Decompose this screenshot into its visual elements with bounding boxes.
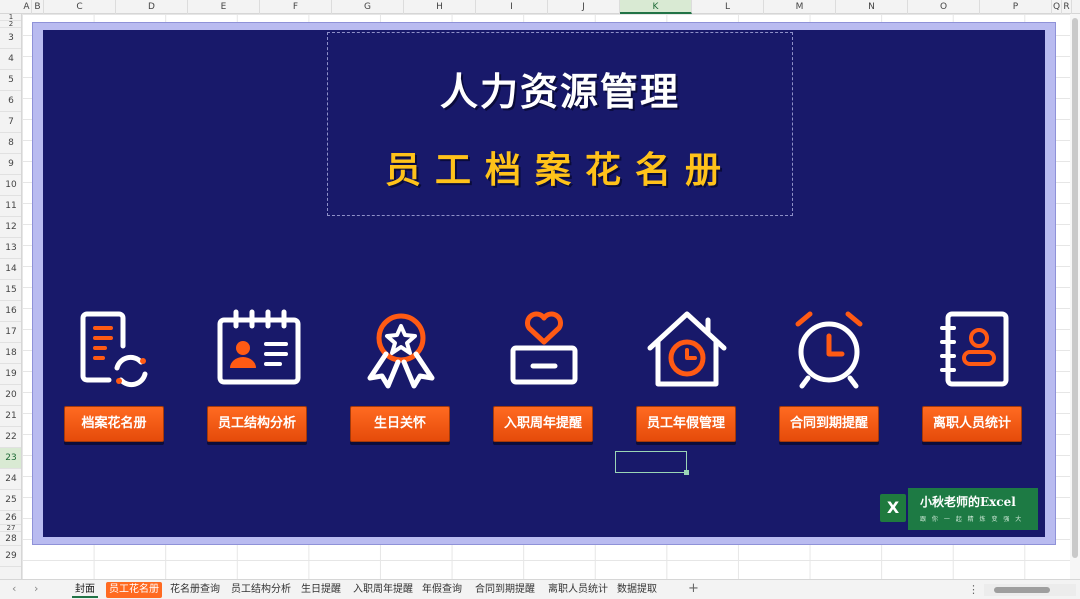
column-header-I[interactable]: I	[476, 0, 548, 14]
column-header-O[interactable]: O	[908, 0, 980, 14]
house-clock-icon[interactable]	[642, 306, 732, 396]
column-header-H[interactable]: H	[404, 0, 476, 14]
horizontal-scrollbar[interactable]	[984, 584, 1076, 596]
sheet-tab-structure[interactable]: 员工结构分析	[228, 582, 294, 598]
tab-next-icon[interactable]: ›	[34, 582, 38, 595]
column-header-L[interactable]: L	[692, 0, 764, 14]
row-header-6[interactable]: 6	[0, 91, 21, 112]
nav-button-leave[interactable]: 员工年假管理	[636, 406, 736, 442]
vertical-scrollbar[interactable]	[1070, 14, 1080, 579]
column-header-C[interactable]: C	[44, 0, 116, 14]
id-card-calendar-icon[interactable]	[214, 306, 304, 396]
row-header-21[interactable]: 21	[0, 406, 21, 427]
nav-button-resigned[interactable]: 离职人员统计	[922, 406, 1022, 442]
row-header-16[interactable]: 16	[0, 301, 21, 322]
row-header-22[interactable]: 22	[0, 427, 21, 448]
column-header-Q[interactable]: Q	[1052, 0, 1062, 14]
spreadsheet-window: ABCDEFGHIJKLMNOPQR 1 2 3 4 5 6 7 8 9 10 11 12 13 14 15…	[0, 0, 1080, 599]
logo-body: 小秋老师的Excel 跟 你 一 起 精 炼 变 强 大	[908, 488, 1038, 530]
brand-logo: X 小秋老师的Excel 跟 你 一 起 精 炼 变 强 大	[880, 488, 1038, 530]
sheet-tab-anniversary[interactable]: 入职周年提醒	[350, 582, 416, 598]
column-header-N[interactable]: N	[836, 0, 908, 14]
row-header-9[interactable]: 9	[0, 154, 21, 175]
sheet-tab-resigned[interactable]: 离职人员统计	[545, 582, 611, 598]
title-textbox[interactable]: 人力资源管理 员工档案花名册	[327, 32, 793, 216]
cover-banner: 人力资源管理 员工档案花名册 档案花名册 员工结构分析 生日关怀 入职周年提醒 …	[43, 30, 1045, 537]
nav-button-birthday[interactable]: 生日关怀	[350, 406, 450, 442]
row-header-3[interactable]: 3	[0, 28, 21, 49]
row-header-17[interactable]: 17	[0, 322, 21, 343]
vertical-scroll-thumb[interactable]	[1072, 18, 1078, 558]
column-header-D[interactable]: D	[116, 0, 188, 14]
nav-button-structure[interactable]: 员工结构分析	[207, 406, 307, 442]
sheet-tab-birthday[interactable]: 生日提醒	[298, 582, 344, 598]
contact-book-person-icon[interactable]	[928, 306, 1018, 396]
horizontal-scroll-thumb[interactable]	[994, 587, 1050, 593]
row-header-27[interactable]: 27	[0, 525, 21, 532]
column-header-E[interactable]: E	[188, 0, 260, 14]
row-header-28[interactable]: 28	[0, 532, 21, 546]
column-header-J[interactable]: J	[548, 0, 620, 14]
row-header-13[interactable]: 13	[0, 238, 21, 259]
row-header-10[interactable]: 10	[0, 175, 21, 196]
column-header-R[interactable]: R	[1062, 0, 1072, 14]
fill-handle[interactable]	[684, 470, 689, 475]
column-header-P[interactable]: P	[980, 0, 1052, 14]
logo-slogan: 跟 你 一 起 精 炼 变 强 大	[920, 516, 1024, 523]
add-sheet-button[interactable]: +	[688, 581, 699, 596]
row-header-8[interactable]: 8	[0, 133, 21, 154]
selected-cell-K23[interactable]	[615, 451, 689, 475]
column-header-bar: ABCDEFGHIJKLMNOPQR	[0, 0, 1080, 14]
more-options-icon[interactable]: ⋮	[968, 583, 979, 596]
row-header-23[interactable]: 23	[0, 448, 21, 469]
row-header-29[interactable]: 29	[0, 546, 21, 567]
column-header-K[interactable]: K	[620, 0, 692, 14]
row-header-19[interactable]: 19	[0, 364, 21, 385]
row-header-24[interactable]: 24	[0, 469, 21, 490]
row-header-4[interactable]: 4	[0, 49, 21, 70]
banner-subtitle: 员工档案花名册	[384, 150, 735, 191]
document-cycle-icon[interactable]	[65, 306, 155, 396]
award-ribbon-star-icon[interactable]	[356, 306, 446, 396]
sheet-tab-cover[interactable]: 封面	[72, 582, 98, 598]
row-header-26[interactable]: 26	[0, 511, 21, 525]
row-header-15[interactable]: 15	[0, 280, 21, 301]
excel-logo-icon: X	[880, 494, 906, 522]
row-header-11[interactable]: 11	[0, 196, 21, 217]
sheet-tab-bar: ‹ › 封面 员工花名册 花名册查询 员工结构分析 生日提醒 入职周年提醒 年假…	[0, 579, 1080, 599]
sheet-tab-data-extract[interactable]: 数据提取	[614, 582, 660, 598]
column-header-M[interactable]: M	[764, 0, 836, 14]
sheet-tab-contract[interactable]: 合同到期提醒	[472, 582, 538, 598]
banner-title: 人力资源管理	[439, 70, 680, 114]
row-header-20[interactable]: 20	[0, 385, 21, 406]
tab-prev-icon[interactable]: ‹	[12, 582, 16, 595]
sheet-tab-leave[interactable]: 年假查询	[419, 582, 465, 598]
sheet-tab-roster-query[interactable]: 花名册查询	[167, 582, 223, 598]
sheet-tab-roster[interactable]: 员工花名册	[106, 582, 162, 598]
logo-text: 小秋老师的Excel	[920, 495, 1016, 509]
row-header-2[interactable]: 2	[0, 21, 21, 28]
column-header-B[interactable]: B	[32, 0, 44, 14]
heart-box-icon[interactable]	[499, 306, 589, 396]
row-header-5[interactable]: 5	[0, 70, 21, 91]
nav-button-roster[interactable]: 档案花名册	[64, 406, 164, 442]
column-header-F[interactable]: F	[260, 0, 332, 14]
column-header-G[interactable]: G	[332, 0, 404, 14]
row-header-12[interactable]: 12	[0, 217, 21, 238]
row-header-14[interactable]: 14	[0, 259, 21, 280]
column-header-A[interactable]: A	[22, 0, 32, 14]
row-header-25[interactable]: 25	[0, 490, 21, 511]
row-header-bar: 1 2 3 4 5 6 7 8 9 10 11 12 13 14 15 16 17 18 19 20 21 22 23 24 2…	[0, 14, 22, 579]
nav-button-contract[interactable]: 合同到期提醒	[779, 406, 879, 442]
alarm-clock-icon[interactable]	[784, 306, 874, 396]
row-header-7[interactable]: 7	[0, 112, 21, 133]
row-header-18[interactable]: 18	[0, 343, 21, 364]
nav-button-anniversary[interactable]: 入职周年提醒	[493, 406, 593, 442]
